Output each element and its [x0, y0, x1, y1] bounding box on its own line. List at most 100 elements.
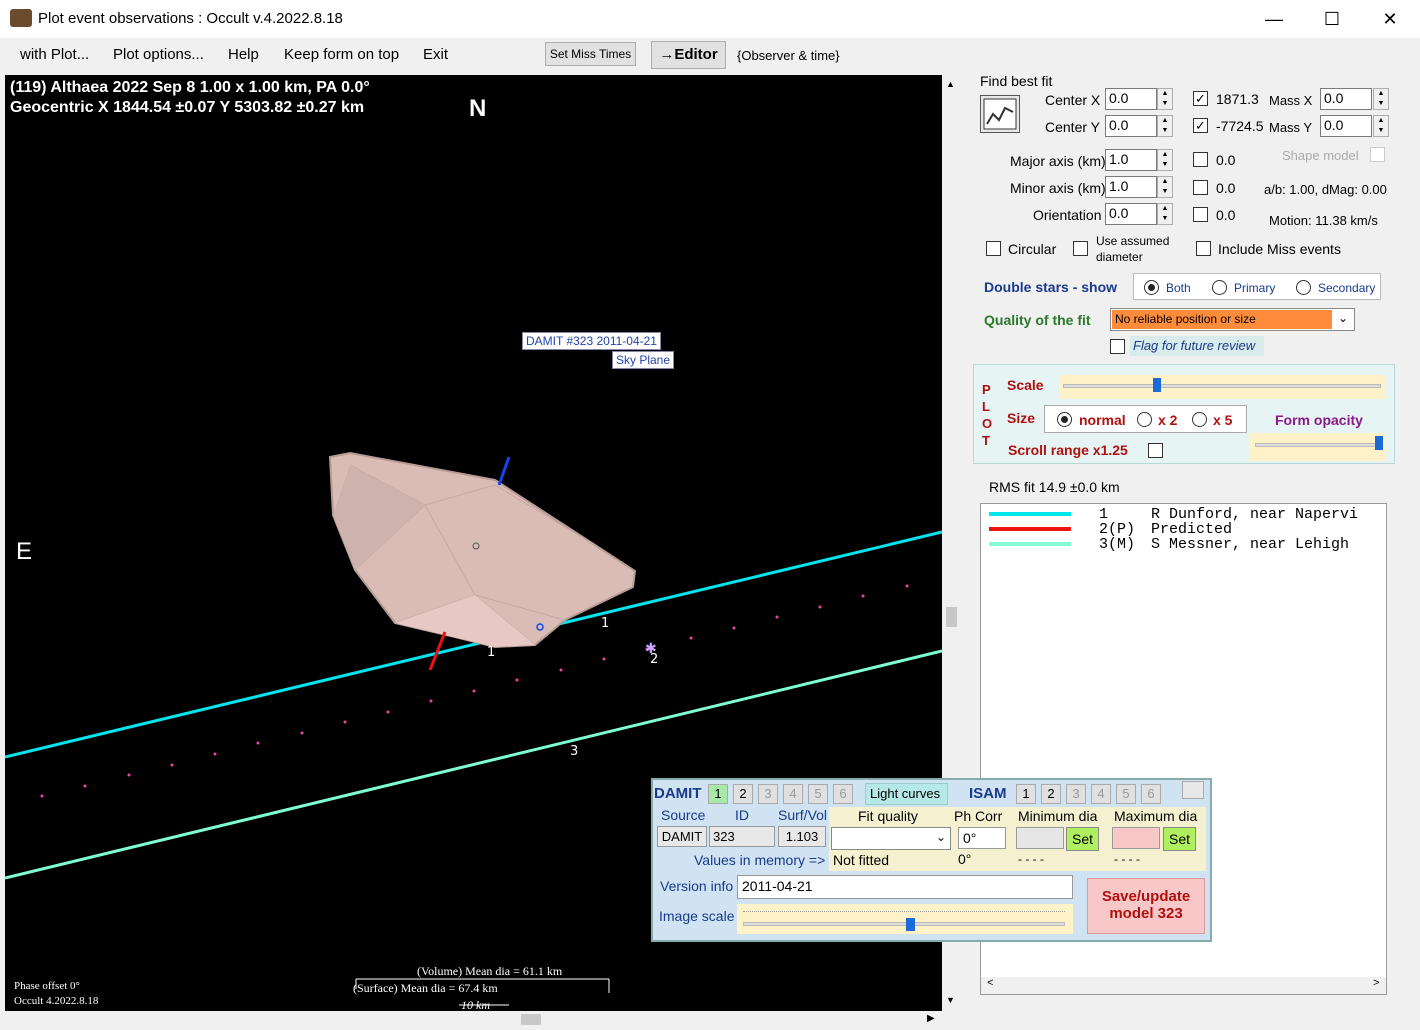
- scroll-thumb[interactable]: [946, 607, 957, 627]
- scroll-up-icon[interactable]: ▲: [946, 79, 955, 89]
- isam-model-1[interactable]: 1: [1016, 784, 1036, 804]
- isam-model-6[interactable]: 6: [1141, 784, 1161, 804]
- secondary-label: Secondary: [1318, 281, 1376, 295]
- damit-model-5[interactable]: 5: [808, 784, 828, 804]
- legend-num-3: 3: [1099, 536, 1109, 553]
- fit-quality-select[interactable]: ⌄: [831, 827, 951, 850]
- close-button[interactable]: ✕: [1361, 0, 1419, 38]
- flag-future-checkbox[interactable]: [1110, 339, 1125, 354]
- mass-y-input[interactable]: 0.0: [1320, 115, 1372, 137]
- scroll-left-icon[interactable]: <: [987, 978, 994, 990]
- minimize-button[interactable]: —: [1245, 0, 1303, 38]
- shape-model-checkbox[interactable]: [1370, 147, 1385, 162]
- version-info-input[interactable]: 2011-04-21: [737, 875, 1073, 899]
- motion-label: Motion: 11.38 km/s: [1269, 213, 1378, 228]
- ph-corr-input[interactable]: 0°: [958, 827, 1006, 849]
- maximize-button[interactable]: ☐: [1303, 0, 1361, 38]
- size-normal-radio[interactable]: [1057, 412, 1072, 427]
- isam-model-2[interactable]: 2: [1041, 784, 1061, 804]
- plot-letter: T: [982, 433, 990, 448]
- scroll-down-icon[interactable]: ▼: [946, 995, 955, 1005]
- scroll-range-checkbox[interactable]: [1148, 443, 1163, 458]
- damit-panel: DAMIT 1 2 3 4 5 6 Light curves ISAM 1 2 …: [651, 778, 1212, 942]
- fit-center-y-checkbox[interactable]: ✓: [1193, 118, 1208, 133]
- menu-with-plot[interactable]: with Plot...: [20, 46, 89, 63]
- max-dia-input[interactable]: [1112, 827, 1160, 849]
- menu-keep-on-top[interactable]: Keep form on top: [284, 46, 399, 63]
- center-y-input[interactable]: 0.0: [1105, 115, 1157, 137]
- legend-line-1: [989, 512, 1071, 516]
- both-radio[interactable]: [1144, 280, 1159, 295]
- save-update-model-button[interactable]: Save/update model 323: [1087, 878, 1205, 934]
- scroll-right-icon[interactable]: >: [1373, 978, 1380, 990]
- light-curves-button[interactable]: Light curves: [865, 783, 948, 805]
- form-opacity-slider[interactable]: [1249, 433, 1385, 461]
- menu-help[interactable]: Help: [228, 46, 259, 63]
- minor-axis-spinner[interactable]: ▲ ▼: [1157, 176, 1173, 198]
- major-axis-spinner[interactable]: ▲ ▼: [1157, 149, 1173, 171]
- size-x2-radio[interactable]: [1137, 412, 1152, 427]
- mass-x-input[interactable]: 0.0: [1320, 88, 1372, 110]
- shape-model-label: Shape model: [1282, 148, 1359, 163]
- menu-plot-options[interactable]: Plot options...: [113, 46, 204, 63]
- quality-select[interactable]: No reliable position or size ⌄: [1110, 308, 1355, 331]
- plot-letter: P: [982, 382, 991, 397]
- circular-checkbox[interactable]: [986, 241, 1001, 256]
- fit-minor-checkbox[interactable]: [1193, 180, 1208, 195]
- min-dia-input[interactable]: [1016, 827, 1064, 849]
- scale-slider-thumb[interactable]: [1153, 378, 1161, 392]
- center-y-spinner[interactable]: ▲ ▼: [1157, 115, 1173, 137]
- version-label: Occult 4.2022.8.18: [14, 995, 99, 1007]
- orientation-spinner[interactable]: ▲ ▼: [1157, 203, 1173, 225]
- mass-y-spinner[interactable]: ▲ ▼: [1373, 115, 1389, 137]
- set-min-dia-button[interactable]: Set: [1066, 827, 1099, 851]
- editor-button[interactable]: →Editor: [651, 41, 726, 69]
- damit-model-4[interactable]: 4: [783, 784, 803, 804]
- set-max-dia-button[interactable]: Set: [1163, 827, 1196, 851]
- opacity-slider-thumb[interactable]: [1375, 436, 1383, 450]
- damit-model-1[interactable]: 1: [708, 784, 728, 804]
- size-group: normal x 2 x 5: [1044, 405, 1247, 433]
- fit-quality-memory: Not fitted: [833, 852, 890, 868]
- set-miss-times-button[interactable]: Set Miss Times: [545, 42, 636, 66]
- scale-slider[interactable]: [1059, 375, 1385, 399]
- scroll-thumb[interactable]: [521, 1014, 541, 1025]
- center-x-spinner[interactable]: ▲ ▼: [1157, 88, 1173, 110]
- window-title: Plot event observations : Occult v.4.202…: [38, 10, 343, 27]
- mass-x-label: Mass X: [1269, 93, 1313, 108]
- orientation-input[interactable]: 0.0: [1105, 203, 1157, 225]
- damit-close-button[interactable]: [1182, 781, 1204, 799]
- mass-x-spinner[interactable]: ▲ ▼: [1373, 88, 1389, 110]
- center-x-input[interactable]: 0.0: [1105, 88, 1157, 110]
- fit-center-x-checkbox[interactable]: ✓: [1193, 91, 1208, 106]
- isam-model-5[interactable]: 5: [1116, 784, 1136, 804]
- rms-fit-label: RMS fit 14.9 ±0.0 km: [989, 479, 1120, 495]
- chord-label: 1: [487, 645, 495, 660]
- size-x5-radio[interactable]: [1192, 412, 1207, 427]
- both-label: Both: [1166, 281, 1191, 295]
- fit-major-checkbox[interactable]: [1193, 152, 1208, 167]
- legend-hscrollbar[interactable]: < >: [981, 977, 1386, 994]
- secondary-radio[interactable]: [1296, 280, 1311, 295]
- ph-corr-header: Ph Corr: [954, 808, 1003, 824]
- damit-model-6[interactable]: 6: [833, 784, 853, 804]
- damit-model-2[interactable]: 2: [733, 784, 753, 804]
- isam-model-3[interactable]: 3: [1066, 784, 1086, 804]
- isam-model-4[interactable]: 4: [1091, 784, 1111, 804]
- find-best-fit-button[interactable]: [980, 95, 1020, 133]
- menu-exit[interactable]: Exit: [423, 46, 448, 63]
- chord-label: 2: [650, 652, 658, 667]
- damit-model-3[interactable]: 3: [758, 784, 778, 804]
- minor-axis-input[interactable]: 1.0: [1105, 176, 1157, 198]
- observer-time-button[interactable]: {Observer & time}: [737, 48, 840, 63]
- fit-orientation-checkbox[interactable]: [1193, 207, 1208, 222]
- image-scale-thumb[interactable]: [906, 918, 915, 931]
- major-axis-input[interactable]: 1.0: [1105, 149, 1157, 171]
- include-miss-checkbox[interactable]: [1196, 241, 1211, 256]
- primary-radio[interactable]: [1212, 280, 1227, 295]
- scroll-right-icon[interactable]: ▶: [927, 1013, 935, 1024]
- image-scale-slider[interactable]: [737, 904, 1073, 934]
- plot-letter: O: [982, 416, 993, 431]
- plot-horizontal-scrollbar[interactable]: ▶: [5, 1011, 942, 1028]
- use-assumed-diameter-checkbox[interactable]: [1073, 241, 1088, 256]
